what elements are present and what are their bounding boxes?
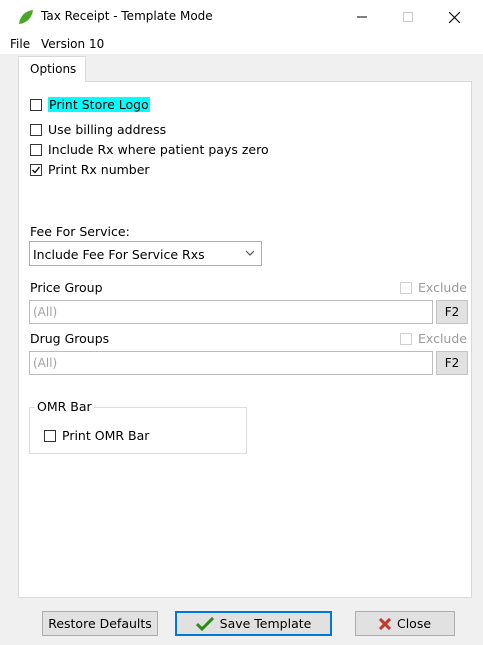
tab-options[interactable]: Options [18, 56, 86, 82]
price-group-label: Price Group [30, 280, 103, 295]
checkmark-icon [32, 166, 41, 173]
price-group-exclude-label: Exclude [418, 280, 467, 295]
drug-groups-lookup-button[interactable]: F2 [436, 351, 468, 375]
leaf-icon [19, 10, 33, 24]
use-billing-address-label: Use billing address [48, 122, 167, 137]
use-billing-address-checkbox[interactable]: Use billing address [30, 121, 166, 138]
price-group-value: (All) [33, 305, 58, 319]
checkbox-box[interactable] [44, 429, 56, 442]
price-group-field[interactable]: (All) [29, 300, 433, 324]
print-rx-number-label: Print Rx number [48, 162, 150, 177]
checkbox-box[interactable] [30, 143, 42, 156]
drug-groups-field[interactable]: (All) [29, 351, 433, 375]
price-group-exclude-checkbox[interactable]: Exclude [400, 280, 467, 295]
menu-file[interactable]: File [10, 37, 30, 51]
print-store-logo-checkbox[interactable]: Print Store Logo [30, 96, 150, 113]
close-label: Close [396, 616, 432, 631]
menu-version[interactable]: Version 10 [41, 37, 104, 51]
title-bar: Tax Receipt - Template Mode [0, 0, 483, 34]
close-icon [378, 617, 391, 630]
checkbox-box[interactable] [30, 163, 42, 176]
tab-options-label: Options [30, 62, 77, 76]
chevron-down-icon [245, 250, 255, 256]
menu-bar: File Version 10 [0, 34, 483, 54]
drug-groups-exclude-label: Exclude [418, 331, 467, 346]
checkbox-box[interactable] [30, 123, 42, 136]
minimize-icon [357, 16, 367, 18]
fee-for-service-select[interactable]: Include Fee For Service Rxs [29, 241, 262, 266]
maximize-button[interactable] [385, 0, 431, 34]
price-group-lookup-button[interactable]: F2 [436, 300, 468, 324]
drug-groups-exclude-checkbox[interactable]: Exclude [400, 331, 467, 346]
print-rx-number-checkbox[interactable]: Print Rx number [30, 161, 150, 178]
checkmark-icon [195, 616, 214, 631]
include-rx-zero-label: Include Rx where patient pays zero [48, 142, 269, 157]
drug-groups-value: (All) [33, 356, 58, 370]
window-title: Tax Receipt - Template Mode [41, 9, 213, 23]
maximize-icon [403, 12, 413, 22]
checkbox-box[interactable] [400, 281, 412, 294]
close-icon [448, 11, 460, 23]
include-rx-zero-checkbox[interactable]: Include Rx where patient pays zero [30, 141, 269, 158]
save-template-label: Save Template [219, 616, 312, 631]
print-omr-bar-label: Print OMR Bar [62, 428, 150, 443]
restore-defaults-label: Restore Defaults [48, 616, 152, 631]
checkbox-box[interactable] [400, 332, 412, 345]
print-omr-bar-checkbox[interactable]: Print OMR Bar [44, 427, 149, 444]
checkbox-box[interactable] [30, 98, 42, 111]
save-template-button[interactable]: Save Template [175, 611, 332, 636]
drug-groups-label: Drug Groups [30, 331, 110, 346]
close-window-button[interactable] [431, 0, 477, 34]
omr-bar-group-title: OMR Bar [35, 399, 94, 414]
print-store-logo-label: Print Store Logo [48, 97, 150, 112]
fee-for-service-value: Include Fee For Service Rxs [33, 247, 205, 262]
minimize-button[interactable] [339, 0, 385, 34]
fee-for-service-label: Fee For Service: [30, 224, 130, 239]
restore-defaults-button[interactable]: Restore Defaults [42, 611, 158, 636]
close-button[interactable]: Close [355, 611, 455, 636]
